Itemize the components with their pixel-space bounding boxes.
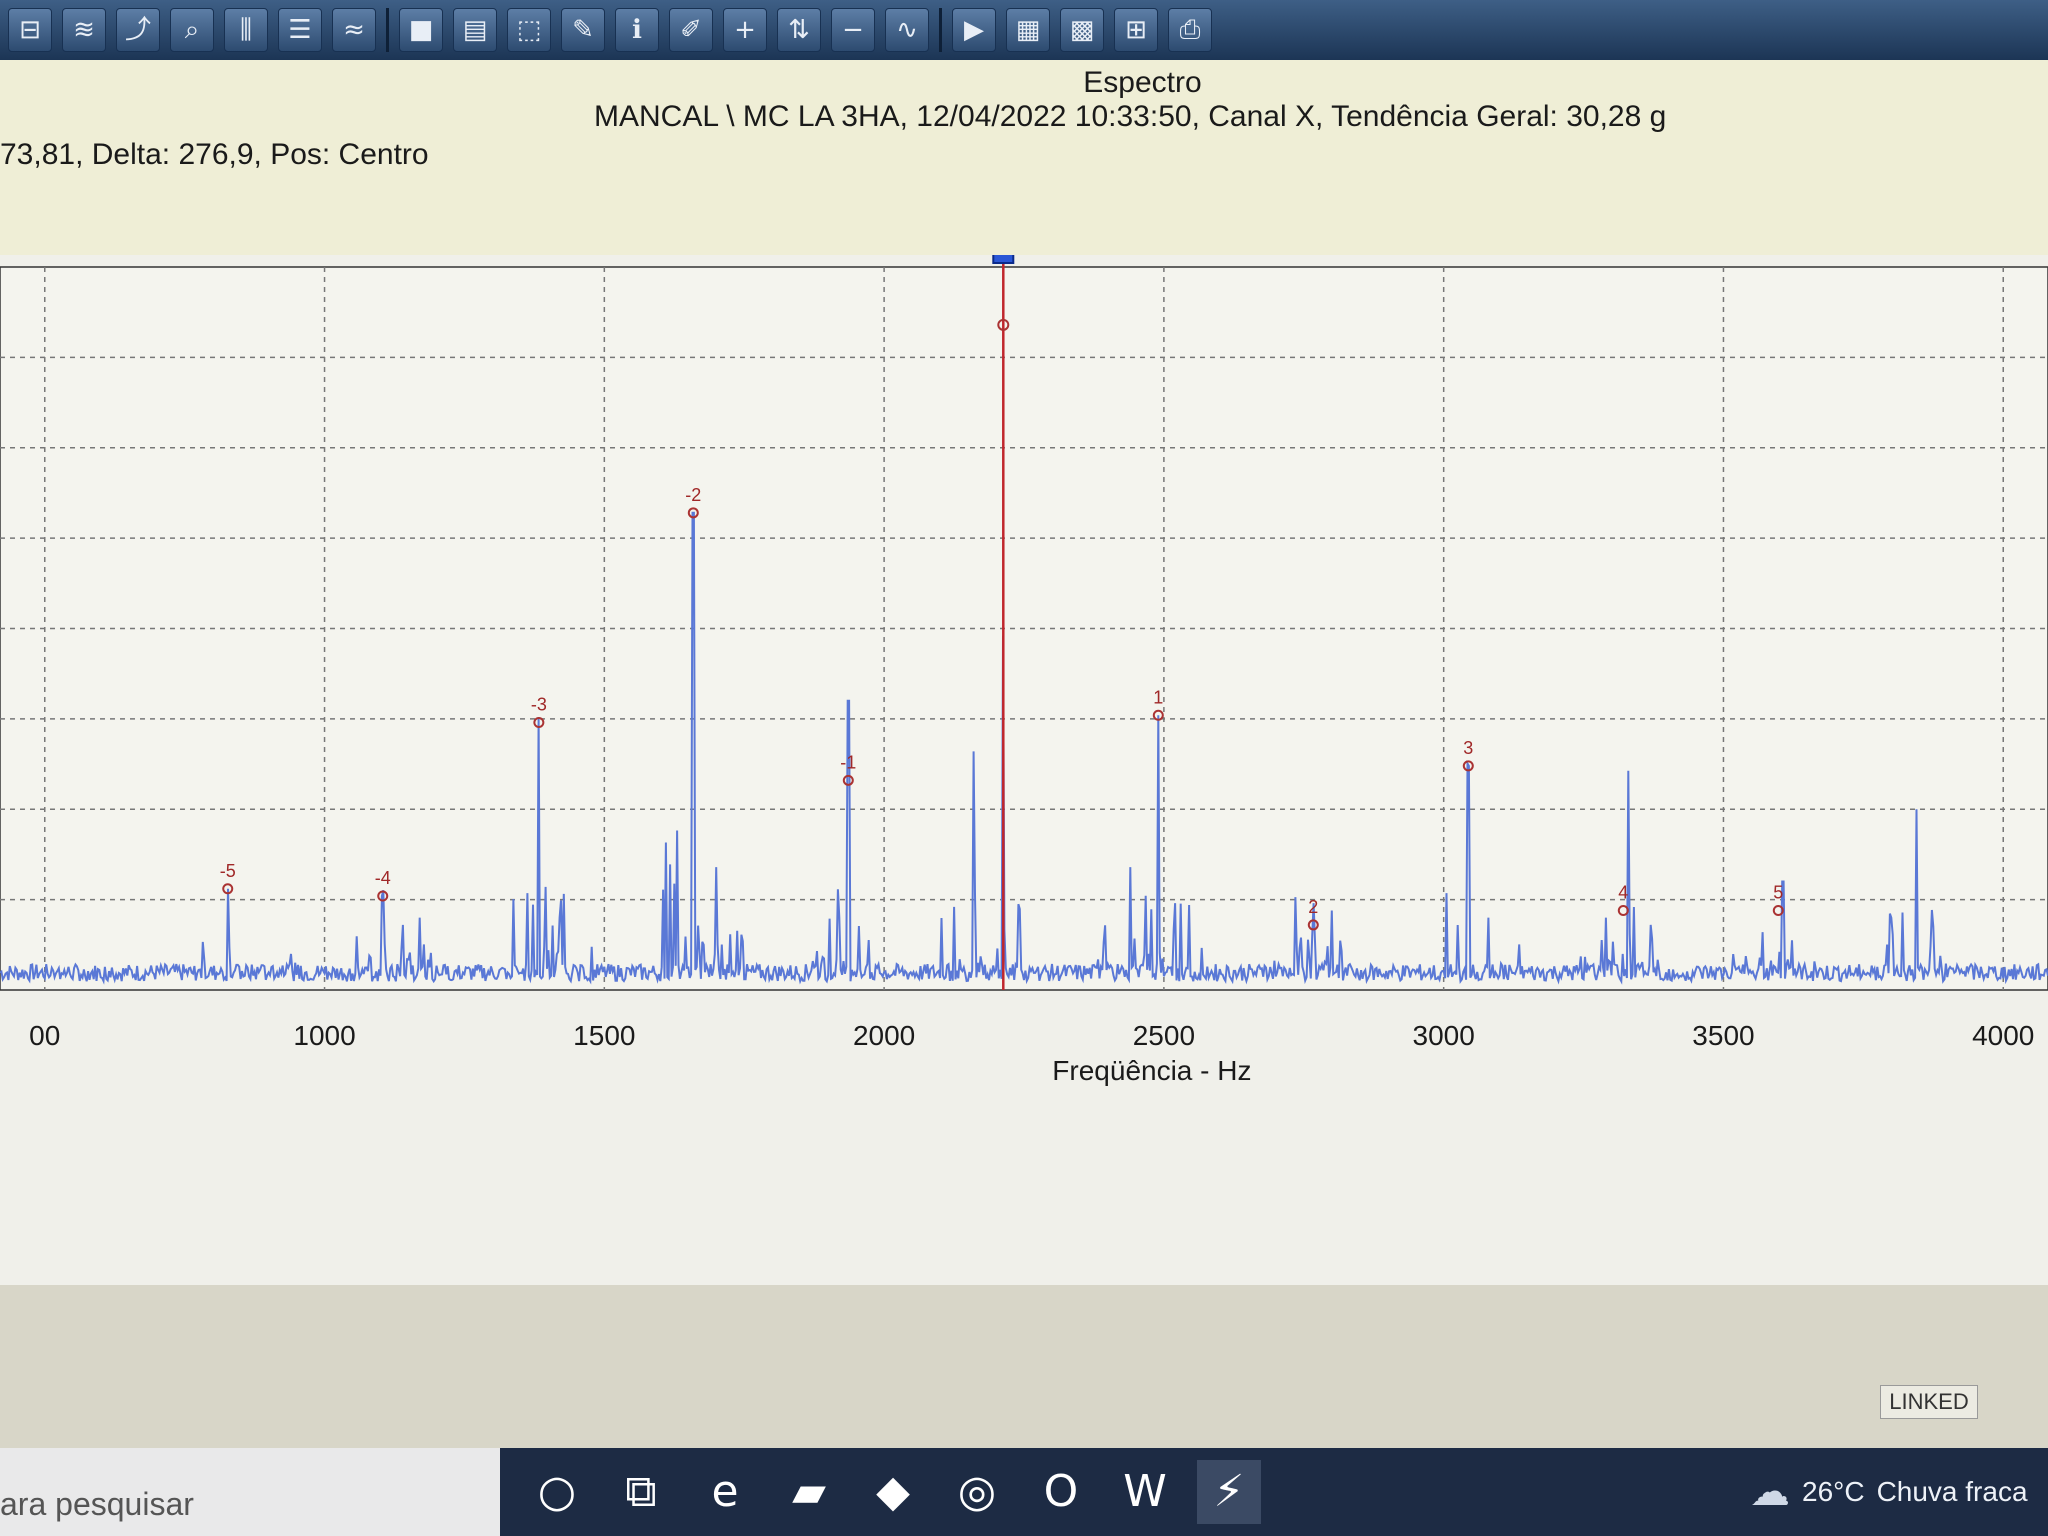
edit-icon: ✎ (572, 15, 594, 45)
sideband-label: -2 (685, 485, 701, 505)
cloud-rain-icon: ☁ (1750, 1469, 1790, 1515)
info-icon: ℹ (632, 15, 642, 45)
cursor-info: 73,81, Delta: 276,9, Pos: Centro (0, 138, 429, 171)
zoom-button[interactable]: ⌕ (170, 8, 214, 52)
bars-icon: ⫼ (240, 15, 252, 45)
list-icon: ☰ (288, 15, 312, 45)
x-tick-label: 3500 (1692, 1020, 1754, 1051)
cursor-icon: ⤴ (124, 15, 151, 45)
harmonics-icon: ⇅ (788, 15, 810, 45)
layout-2-button[interactable]: ▩ (1060, 8, 1104, 52)
play-button[interactable]: ▶ (952, 8, 996, 52)
stop-button[interactable]: ■ (399, 8, 443, 52)
sideband-label: -4 (375, 868, 391, 888)
outlook-icon[interactable]: O (1029, 1460, 1093, 1524)
zoom-out-button[interactable]: − (831, 8, 875, 52)
internet-explorer-icon[interactable]: e (693, 1460, 757, 1524)
bars-button[interactable]: ⫼ (224, 8, 268, 52)
layout-1-icon: ▦ (1015, 15, 1041, 45)
grid-button[interactable]: ⊞ (1114, 8, 1158, 52)
x-tick-label: 1000 (293, 1020, 355, 1051)
chart-subtitle: MANCAL \ MC LA 3HA, 12/04/2022 10:33:50,… (594, 100, 1667, 133)
waveform-icon: ⊟ (19, 15, 41, 45)
sideband-label: 5 (1773, 882, 1783, 902)
report-button[interactable]: ▤ (453, 8, 497, 52)
weather-temp: 26°C (1802, 1476, 1865, 1507)
edit-button[interactable]: ✎ (561, 8, 605, 52)
waveform-button[interactable]: ⊟ (8, 8, 52, 52)
signal-button[interactable]: ∿ (885, 8, 929, 52)
cursor-handle[interactable] (992, 255, 1015, 264)
play-icon: ▶ (964, 15, 984, 45)
file-explorer-icon[interactable]: ▰ (777, 1460, 841, 1524)
analyzer-app-icon[interactable]: ⚡ (1197, 1460, 1261, 1524)
x-tick-label: 00 (29, 1020, 60, 1051)
sideband-label: -1 (840, 752, 856, 772)
wave-button[interactable]: ≈ (332, 8, 376, 52)
marker-icon: ✐ (680, 15, 702, 45)
sideband-label: 4 (1618, 882, 1628, 902)
chart-title: Espectro (1083, 66, 1202, 99)
spectrum-plot[interactable]: -5 -4 -3 -2 -1 1 2 3 4 5 00 1000 1500 2000 2500 3000 350… (0, 255, 2048, 1285)
x-tick-label: 2000 (853, 1020, 915, 1051)
layout-2-icon: ▩ (1069, 15, 1095, 45)
app-icon[interactable]: ◆ (861, 1460, 925, 1524)
marker-button[interactable]: ✐ (669, 8, 713, 52)
filter-button[interactable]: ≋ (62, 8, 106, 52)
spectrum-chart[interactable]: -5 -4-3-2-11234 500 1000 1500 2000 2500 3000 350… (0, 255, 2048, 1285)
toolbar: ⊟ ≋ ⤴ ⌕ ⫼ ☰ ≈ ■ ▤ ⬚ ✎ ℹ ✐ + ⇅ − ∿ ▶ ▦ ▩ ⊞ ⎙ (0, 0, 2048, 60)
weather-widget[interactable]: ☁ 26°C Chuva fraca (1750, 1448, 2028, 1536)
zoom-icon: ⌕ (184, 15, 200, 45)
layout-1-button[interactable]: ▦ (1006, 8, 1050, 52)
x-tick-label: 3000 (1413, 1020, 1475, 1051)
linked-status: LINKED (1880, 1385, 1978, 1419)
report-icon: ▤ (462, 15, 488, 45)
zoom-in-icon: + (734, 15, 756, 45)
cursor-button[interactable]: ⤴ (116, 8, 160, 52)
x-tick-label: 4000 (1972, 1020, 2034, 1051)
search-placeholder[interactable]: ara pesquisar (0, 1486, 194, 1523)
print-icon: ⎙ (1179, 15, 1201, 45)
x-axis-label: Freqüência - Hz (1052, 1055, 1251, 1086)
weather-desc: Chuva fraca (1876, 1476, 2028, 1507)
info-button[interactable]: ℹ (615, 8, 659, 52)
sideband-label: -5 (220, 861, 236, 881)
sideband-label: 1 (1153, 687, 1163, 707)
list-button[interactable]: ☰ (278, 8, 322, 52)
zoom-out-icon: − (842, 15, 864, 45)
edge-icon[interactable]: ◎ (945, 1460, 1009, 1524)
sideband-label: 2 (1308, 897, 1318, 917)
zoom-in-button[interactable]: + (723, 8, 767, 52)
toolbar-separator (386, 8, 389, 52)
cube-button[interactable]: ⬚ (507, 8, 551, 52)
x-tick-label: 2500 (1133, 1020, 1195, 1051)
wave-icon: ≈ (343, 15, 365, 45)
signal-icon: ∿ (896, 15, 918, 45)
task-view-icon[interactable]: ⧉ (609, 1460, 673, 1524)
filter-icon: ≋ (73, 15, 95, 45)
x-tick-label: 1500 (573, 1020, 635, 1051)
cube-icon: ⬚ (516, 15, 542, 45)
sideband-label: 3 (1463, 738, 1473, 758)
print-button[interactable]: ⎙ (1168, 8, 1212, 52)
cortana-icon[interactable]: ○ (525, 1460, 589, 1524)
grid-icon: ⊞ (1125, 15, 1147, 45)
stop-icon: ■ (408, 15, 434, 45)
word-icon[interactable]: W (1113, 1460, 1177, 1524)
toolbar-separator (939, 8, 942, 52)
sideband-label: -3 (531, 694, 547, 714)
harmonics-button[interactable]: ⇅ (777, 8, 821, 52)
